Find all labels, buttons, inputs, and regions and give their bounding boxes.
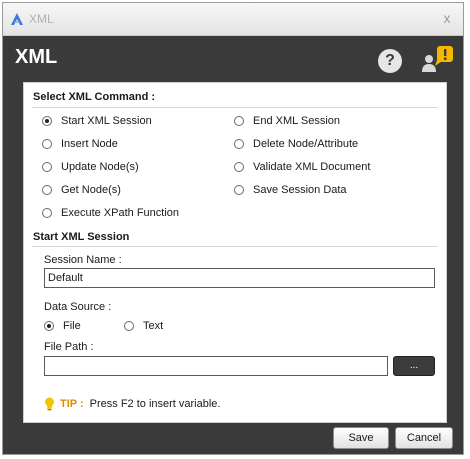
radio-update-nodes[interactable]: Update Node(s) — [42, 161, 139, 173]
radio-icon — [234, 116, 244, 126]
save-button[interactable]: Save — [333, 427, 389, 449]
radio-save-session-data[interactable]: Save Session Data — [234, 184, 347, 196]
lightbulb-icon — [45, 397, 54, 411]
window-title: XML — [29, 12, 54, 26]
section-divider — [32, 246, 438, 247]
section-divider — [32, 107, 438, 108]
session-name-label: Session Name : — [44, 254, 122, 266]
session-name-input[interactable] — [44, 268, 435, 288]
content-panel: Select XML Command : Start XML Session I… — [23, 82, 447, 423]
radio-execute-xpath-function[interactable]: Execute XPath Function — [42, 207, 179, 219]
select-command-heading: Select XML Command : — [33, 91, 156, 103]
app-logo-icon — [11, 13, 23, 25]
radio-icon — [42, 185, 52, 195]
tip-label: TIP : — [60, 398, 84, 410]
cancel-button[interactable]: Cancel — [395, 427, 453, 449]
close-icon[interactable]: x — [439, 9, 455, 27]
radio-get-nodes[interactable]: Get Node(s) — [42, 184, 121, 196]
radio-data-source-file[interactable]: File — [44, 320, 81, 332]
radio-delete-node-attribute[interactable]: Delete Node/Attribute — [234, 138, 358, 150]
radio-selected-icon — [42, 116, 52, 126]
radio-selected-icon — [44, 321, 54, 331]
title-bar: XML x — [3, 3, 463, 36]
help-icon[interactable]: ? — [378, 49, 402, 73]
radio-data-source-text[interactable]: Text — [124, 320, 163, 332]
dialog-window: XML x XML ? Select XML Command : Start X… — [2, 2, 464, 455]
data-source-label: Data Source : — [44, 301, 112, 313]
user-alert-icon[interactable] — [419, 44, 455, 76]
radio-icon — [234, 139, 244, 149]
radio-icon — [42, 208, 52, 218]
file-path-label: File Path : — [44, 341, 94, 353]
radio-icon — [42, 162, 52, 172]
radio-icon — [42, 139, 52, 149]
radio-icon — [234, 162, 244, 172]
start-session-heading: Start XML Session — [33, 231, 130, 243]
radio-icon — [124, 321, 134, 331]
dialog-header: XML ? — [3, 37, 463, 80]
radio-insert-node[interactable]: Insert Node — [42, 138, 118, 150]
tip-row: TIP : Press F2 to insert variable. — [44, 397, 220, 411]
radio-start-xml-session[interactable]: Start XML Session — [42, 115, 152, 127]
radio-end-xml-session[interactable]: End XML Session — [234, 115, 340, 127]
tip-text: Press F2 to insert variable. — [89, 398, 221, 410]
file-path-input[interactable] — [44, 356, 388, 376]
radio-validate-xml-document[interactable]: Validate XML Document — [234, 161, 370, 173]
page-title: XML — [15, 46, 58, 68]
browse-button[interactable]: ... — [393, 356, 435, 376]
radio-icon — [234, 185, 244, 195]
